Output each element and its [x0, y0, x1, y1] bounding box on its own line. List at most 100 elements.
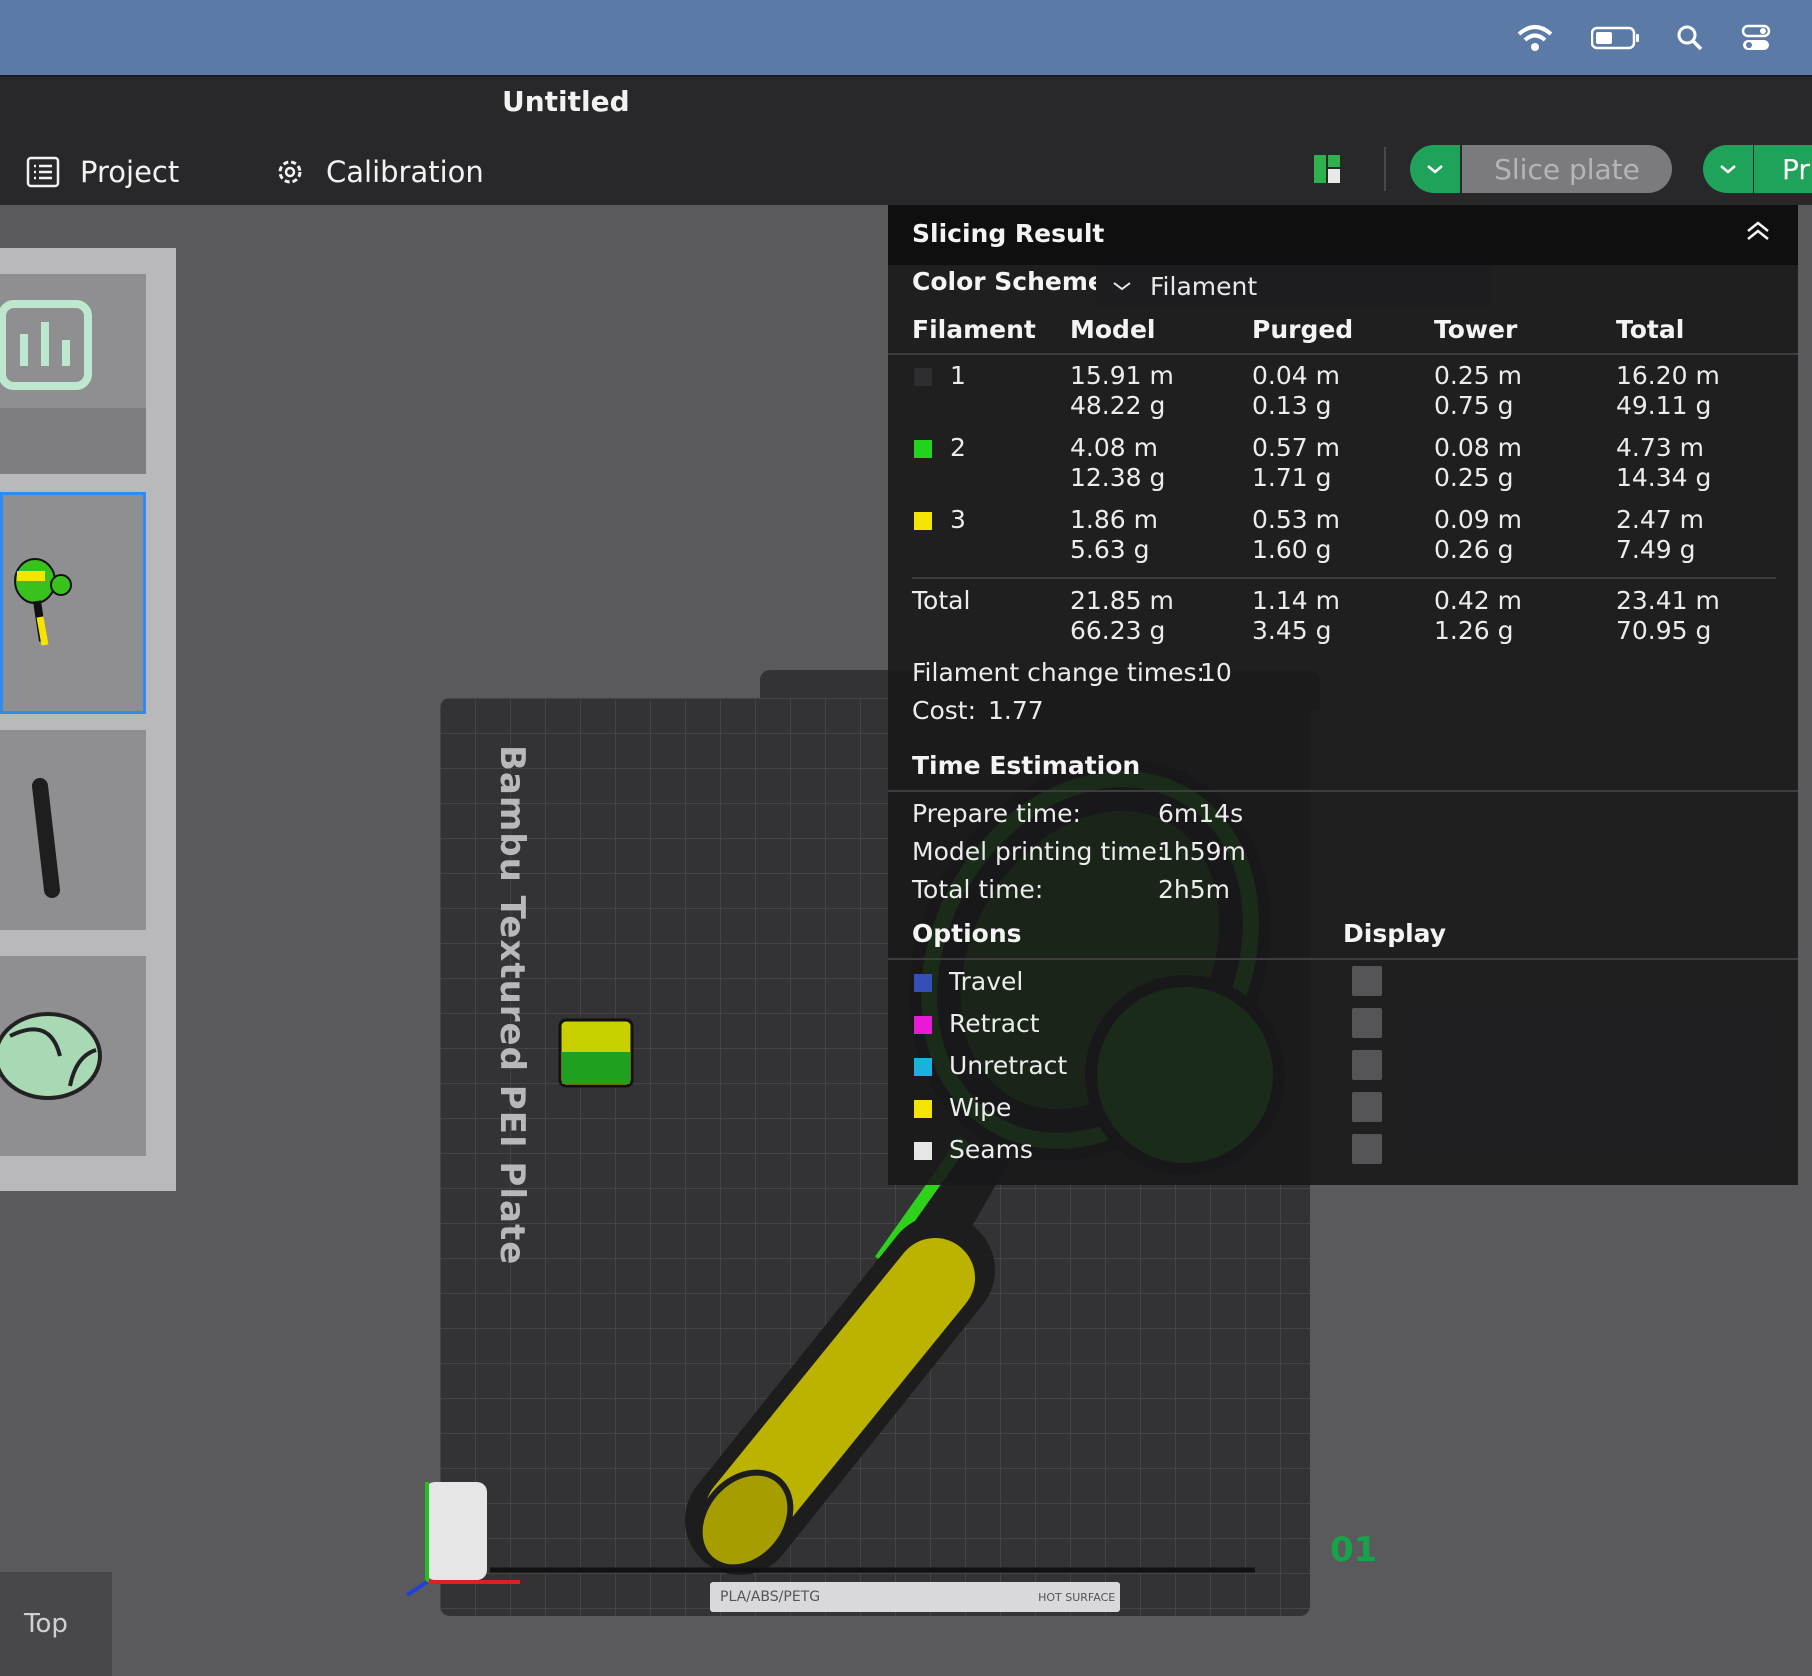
table-cell: 4.08 m — [1070, 433, 1158, 462]
table-cell: 21.85 m — [1070, 586, 1174, 615]
table-cell: 0.08 m — [1434, 433, 1522, 462]
table-cell: 70.95 g — [1616, 616, 1712, 645]
table-cell: 0.57 m — [1252, 433, 1340, 462]
bed-info-strip: PLA/ABS/PETG HOT SURFACE — [710, 1582, 1120, 1612]
table-cell: 3.45 g — [1252, 616, 1332, 645]
unretract-display-checkbox[interactable] — [1352, 1050, 1382, 1080]
calibration-label: Calibration — [326, 155, 484, 189]
table-cell: 4.73 m — [1616, 433, 1704, 462]
header-total: Total — [1616, 315, 1685, 344]
table-cell: 66.23 g — [1070, 616, 1166, 645]
wifi-icon[interactable] — [1515, 0, 1555, 75]
panel-header: Slicing Result — [888, 205, 1798, 265]
table-cell: 12.38 g — [1070, 463, 1166, 492]
window-title: Untitled — [502, 85, 630, 118]
thumbnail-ball[interactable] — [0, 956, 146, 1156]
total-row-label: Total — [912, 586, 971, 615]
option-wipe-label: Wipe — [949, 1093, 1012, 1122]
filament-change-value: 10 — [1200, 658, 1232, 687]
slice-plate-button[interactable]: Slice plate — [1462, 145, 1672, 193]
option-seams-label: Seams — [949, 1135, 1033, 1164]
retract-display-checkbox[interactable] — [1352, 1008, 1382, 1038]
table-cell: 0.09 m — [1434, 505, 1522, 534]
list-icon — [26, 156, 60, 188]
battery-icon[interactable] — [1590, 0, 1642, 75]
object-thumbnail-list — [0, 248, 176, 1191]
option-unretract-label: Unretract — [949, 1051, 1068, 1080]
chevron-down-icon — [1427, 165, 1443, 174]
table-cell: 2.47 m — [1616, 505, 1704, 534]
header-tower: Tower — [1434, 315, 1518, 344]
filament-1-swatch — [914, 368, 932, 386]
wipe-display-checkbox[interactable] — [1352, 1092, 1382, 1122]
header-model: Model — [1070, 315, 1156, 344]
seams-swatch — [914, 1142, 932, 1160]
table-cell: 1.14 m — [1252, 586, 1340, 615]
travel-swatch — [914, 974, 932, 992]
system-menubar — [0, 0, 1812, 75]
thumbnail-logo[interactable] — [0, 274, 146, 474]
table-cell: 1.71 g — [1252, 463, 1332, 492]
chevron-down-icon — [1113, 282, 1131, 291]
calibration-tab[interactable]: Calibration — [274, 147, 484, 197]
model-print-time-value: 1h59m — [1158, 837, 1246, 866]
thumbnail-racket[interactable] — [0, 492, 146, 714]
prepare-time-label: Prepare time: — [912, 799, 1081, 828]
table-cell: 1.26 g — [1434, 616, 1514, 645]
hot-surface-text: HOT SURFACE — [1038, 1590, 1116, 1604]
options-title: Options — [912, 919, 1022, 948]
table-cell: 1.60 g — [1252, 535, 1332, 564]
table-cell: 0.04 m — [1252, 361, 1340, 390]
print-plate-button[interactable]: Pr — [1754, 145, 1812, 193]
table-cell: 0.42 m — [1434, 586, 1522, 615]
prepare-time-value: 6m14s — [1158, 799, 1244, 828]
app-toolbar: Untitled Project Calibration Slice plate… — [0, 75, 1812, 205]
layout-toggle-icon[interactable] — [1312, 153, 1342, 189]
table-cell: 49.11 g — [1616, 391, 1712, 420]
slice-options-dropdown[interactable] — [1410, 145, 1460, 193]
total-time-value: 2h5m — [1158, 875, 1231, 904]
time-divider — [888, 790, 1798, 792]
filament-2-swatch — [914, 440, 932, 458]
table-cell: 0.26 g — [1434, 535, 1514, 564]
filament-3-id: 3 — [950, 505, 966, 534]
material-text: PLA/ABS/PETG — [720, 1589, 821, 1605]
thumbnail-handle[interactable] — [0, 730, 146, 930]
slicing-result-panel: Slicing Result Color Scheme Filament Fil… — [888, 205, 1798, 1185]
filament-1-id: 1 — [950, 361, 966, 390]
wipe-swatch — [914, 1100, 932, 1118]
plate-number: 01 — [1330, 1530, 1378, 1570]
filament-change-label: Filament change times: — [912, 658, 1205, 687]
option-travel-label: Travel — [949, 967, 1024, 996]
project-tab[interactable]: Project — [26, 147, 179, 197]
color-scheme-label: Color Scheme — [912, 267, 1105, 296]
table-cell: 0.53 m — [1252, 505, 1340, 534]
search-icon[interactable] — [1674, 0, 1706, 75]
table-cell: 16.20 m — [1616, 361, 1720, 390]
table-cell: 15.91 m — [1070, 361, 1174, 390]
view-mode-label[interactable]: Top — [0, 1572, 112, 1676]
table-cell: 48.22 g — [1070, 391, 1166, 420]
toolbar-divider — [1384, 147, 1386, 191]
print-options-dropdown[interactable] — [1703, 145, 1753, 193]
header-divider — [888, 353, 1798, 355]
travel-display-checkbox[interactable] — [1352, 966, 1382, 996]
table-cell: 14.34 g — [1616, 463, 1712, 492]
collapse-icon[interactable] — [1744, 219, 1772, 247]
table-cell: 5.63 g — [1070, 535, 1150, 564]
seams-display-checkbox[interactable] — [1352, 1134, 1382, 1164]
unretract-swatch — [914, 1058, 932, 1076]
option-retract-label: Retract — [949, 1009, 1040, 1038]
control-center-icon[interactable] — [1740, 0, 1772, 75]
color-scheme-dropdown[interactable]: Filament — [1096, 265, 1491, 307]
table-cell: 0.75 g — [1434, 391, 1514, 420]
time-estimation-title: Time Estimation — [912, 751, 1141, 780]
total-time-label: Total time: — [912, 875, 1044, 904]
options-divider — [888, 958, 1798, 960]
model-print-time-label: Model printing time: — [912, 837, 1166, 866]
cost-value: 1.77 — [988, 696, 1044, 725]
cost-label: Cost: — [912, 696, 977, 725]
display-title: Display — [1343, 919, 1447, 948]
filament-3-swatch — [914, 512, 932, 530]
table-cell: 0.25 m — [1434, 361, 1522, 390]
